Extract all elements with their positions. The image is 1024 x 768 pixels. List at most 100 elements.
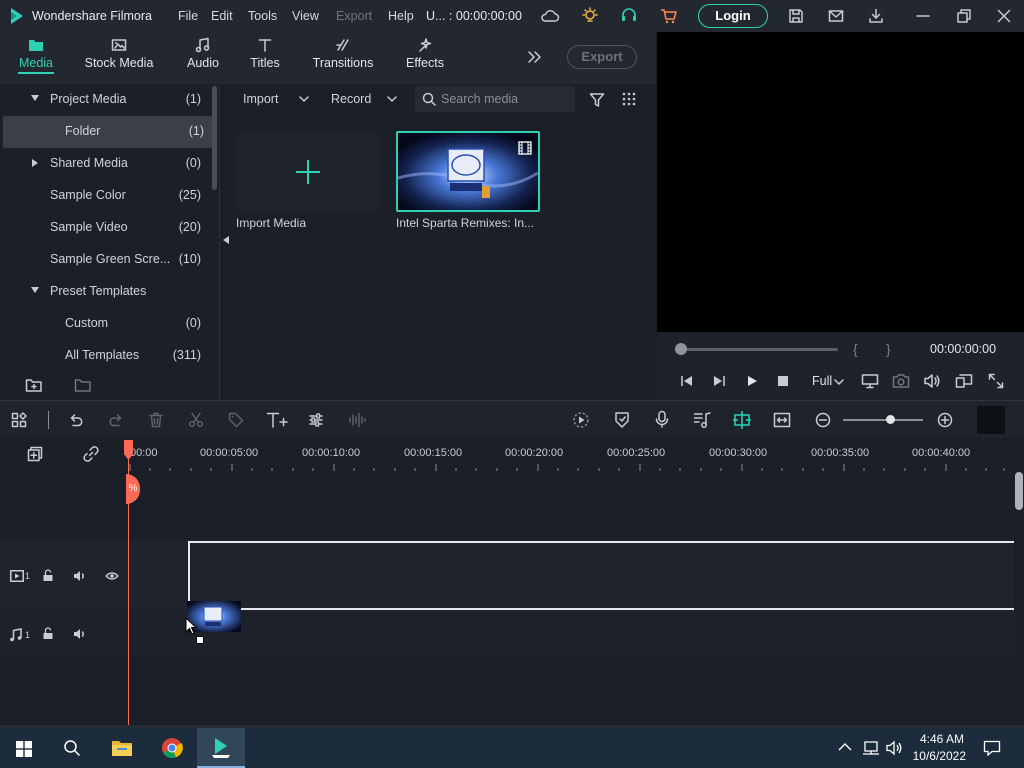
notification-icon[interactable] [983,740,1001,756]
headset-icon[interactable] [620,7,638,25]
tree-scrollbar[interactable] [212,86,217,190]
tab-stock-media[interactable]: Stock Media [82,32,156,84]
audio-mix-icon[interactable] [693,411,711,429]
link-icon[interactable] [83,446,99,462]
render-icon[interactable] [572,411,590,429]
mark-out-icon[interactable]: } [886,341,891,357]
timeline-ruler[interactable]: 00:00 00:00:05:00 00:00:10:00 00:00:15:0… [0,438,1024,472]
snap-magnet-icon[interactable] [732,410,752,430]
tab-effects[interactable]: Effects [404,32,446,84]
tag-icon[interactable] [228,412,244,428]
minimize-icon[interactable] [916,9,930,23]
display-settings-icon[interactable] [955,373,973,389]
eye-icon[interactable] [105,571,119,581]
volume-icon[interactable] [923,373,941,389]
stop-icon[interactable] [778,376,788,386]
speaker-icon[interactable] [73,570,87,582]
filter-icon[interactable] [589,92,605,108]
network-icon[interactable] [862,740,880,756]
taskbar-filmora-app[interactable] [197,728,245,768]
tree-item-sample-color[interactable]: Sample Color (25) [0,180,212,212]
marker-shield-icon[interactable] [614,411,630,429]
search-input[interactable] [441,90,571,108]
mark-in-icon[interactable]: { [853,341,858,357]
save-icon[interactable] [788,8,804,24]
collapse-arrow-icon[interactable] [31,287,39,293]
undo-icon[interactable] [68,412,84,428]
search-box[interactable] [415,86,575,112]
cart-icon[interactable] [660,7,678,25]
windows-start-icon[interactable] [16,741,32,757]
cut-scissors-icon[interactable] [188,412,204,428]
expand-arrow-icon[interactable] [32,159,38,167]
tab-audio[interactable]: Audio [182,32,224,84]
login-button[interactable]: Login [698,4,768,28]
snapshot-icon[interactable] [892,373,910,389]
previous-frame-icon[interactable] [680,375,694,387]
preview-player[interactable] [657,32,1024,332]
import-media-tile[interactable] [236,132,380,212]
fullscreen-icon[interactable] [988,373,1004,389]
preview-quality-dropdown[interactable]: Full [812,374,832,388]
menu-file[interactable]: File [178,9,198,23]
layout-icon[interactable] [11,412,27,428]
speaker-icon[interactable] [73,628,87,640]
tree-item-preset-templates[interactable]: Preset Templates [0,276,212,308]
zoom-out-icon[interactable] [815,412,831,428]
timeline-scrollbar-track[interactable] [1014,472,1024,728]
zoom-slider-knob[interactable] [886,415,895,424]
audio-track-lane[interactable] [128,612,1014,658]
audio-waveform-icon[interactable] [348,412,366,428]
zoom-in-icon[interactable] [937,412,953,428]
lightbulb-icon[interactable] [581,7,599,25]
preview-progress-knob[interactable] [675,343,687,355]
add-track-icon[interactable] [27,446,43,462]
microphone-icon[interactable] [654,410,670,428]
new-folder-icon[interactable] [25,377,43,393]
add-text-icon[interactable] [266,411,288,429]
chevron-down-icon[interactable] [834,379,844,385]
menu-tools[interactable]: Tools [248,9,277,23]
tab-titles[interactable]: Titles [246,32,284,84]
collapse-arrow-icon[interactable] [31,95,39,101]
play-icon[interactable] [746,375,758,387]
tab-transitions[interactable]: Transitions [310,32,376,84]
taskbar-volume-icon[interactable] [885,740,903,756]
preview-progress-track[interactable] [681,348,838,351]
chevron-up-icon[interactable] [838,742,852,752]
adjust-sliders-icon[interactable] [308,412,324,428]
redo-icon[interactable] [108,412,124,428]
taskbar-clock-date[interactable]: 10/6/2022 [913,749,966,763]
timeline-scrollbar-thumb[interactable] [1015,472,1023,510]
delete-icon[interactable] [148,412,164,428]
lock-icon[interactable] [42,627,54,640]
file-explorer-icon[interactable] [111,738,133,758]
taskbar-search-icon[interactable] [63,739,81,757]
taskbar-clock-time[interactable]: 4:46 AM [920,732,964,746]
zoom-slider-track[interactable] [843,419,923,421]
download-icon[interactable] [868,8,884,24]
fit-timeline-icon[interactable] [773,411,791,429]
record-dropdown[interactable]: Record [331,86,401,112]
tree-item-sample-video[interactable]: Sample Video (20) [0,212,212,244]
mail-icon[interactable] [828,8,844,24]
next-frame-icon[interactable] [712,375,726,387]
menu-edit[interactable]: Edit [211,9,233,23]
chrome-icon[interactable] [161,737,183,759]
more-tabs-icon[interactable] [527,50,543,64]
tab-media[interactable]: Media [14,32,58,84]
media-clip-thumbnail[interactable] [396,131,540,212]
menu-export[interactable]: Export [336,9,372,23]
tree-item-custom[interactable]: Custom (0) [0,308,212,340]
render-preview-icon[interactable] [861,373,879,389]
restore-icon[interactable] [957,9,971,23]
close-icon[interactable] [997,9,1011,23]
tree-item-all-templates[interactable]: All Templates (311) [0,340,212,372]
menu-help[interactable]: Help [388,9,414,23]
export-button[interactable]: Export [567,45,637,69]
timeline-panel-toggle[interactable] [977,406,1005,434]
lock-icon[interactable] [42,569,54,582]
import-dropdown[interactable]: Import [243,86,317,112]
tree-item-project-media[interactable]: Project Media (1) [0,84,212,116]
cloud-icon[interactable] [540,8,560,24]
